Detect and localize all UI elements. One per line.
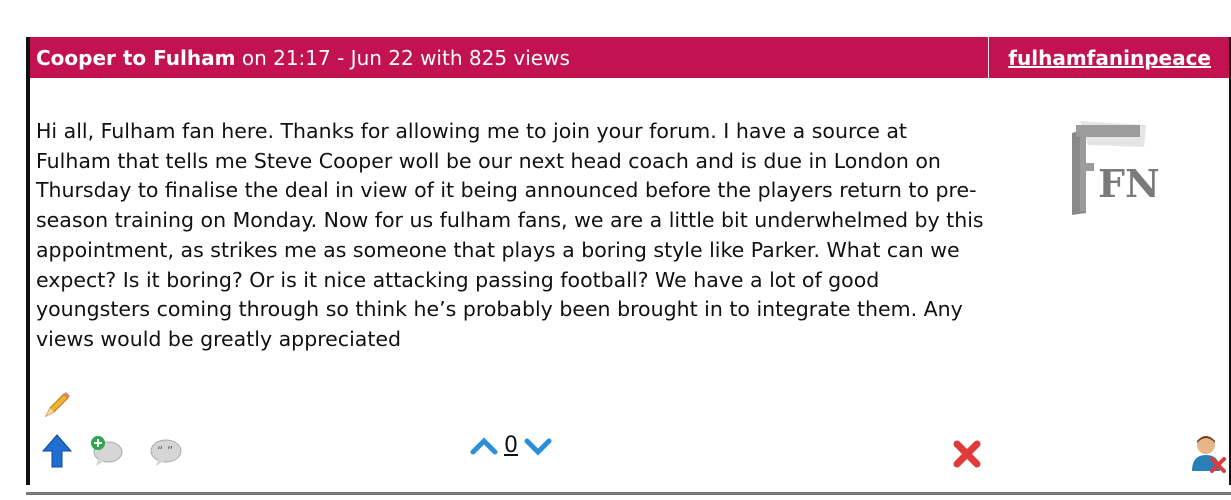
- forum-post: Cooper to Fulham on 21:17 - Jun 22 with …: [26, 37, 1231, 485]
- post-header: Cooper to Fulham on 21:17 - Jun 22 with …: [30, 37, 1231, 78]
- post-meta: on 21:17 - Jun 22 with 825 views: [235, 45, 570, 70]
- vote-count[interactable]: 0: [504, 433, 518, 458]
- post-title: Cooper to Fulham: [36, 45, 236, 70]
- up-arrow-icon[interactable]: [41, 433, 73, 473]
- svg-text:“ ”: “ ”: [157, 444, 173, 458]
- author-link[interactable]: fulhamfaninpeace: [1008, 46, 1211, 70]
- fn-logo-icon: FN: [1072, 121, 1160, 215]
- delete-x-icon[interactable]: [952, 439, 982, 473]
- chevron-down-icon[interactable]: [524, 436, 552, 456]
- post-body: Hi all, Fulham fan here. Thanks for allo…: [36, 119, 984, 351]
- avatar[interactable]: FN: [1060, 115, 1160, 215]
- ignore-user-icon[interactable]: [1190, 433, 1226, 477]
- header-divider: [988, 37, 989, 78]
- vote-widget: 0: [470, 433, 552, 458]
- reply-bubble-icon[interactable]: [88, 435, 124, 471]
- avatar-text: FN: [1098, 161, 1160, 206]
- pencil-icon[interactable]: [42, 390, 72, 424]
- quote-bubble-icon[interactable]: “ ”: [148, 435, 184, 471]
- chevron-up-icon[interactable]: [470, 436, 498, 456]
- post-separator: [26, 492, 1231, 495]
